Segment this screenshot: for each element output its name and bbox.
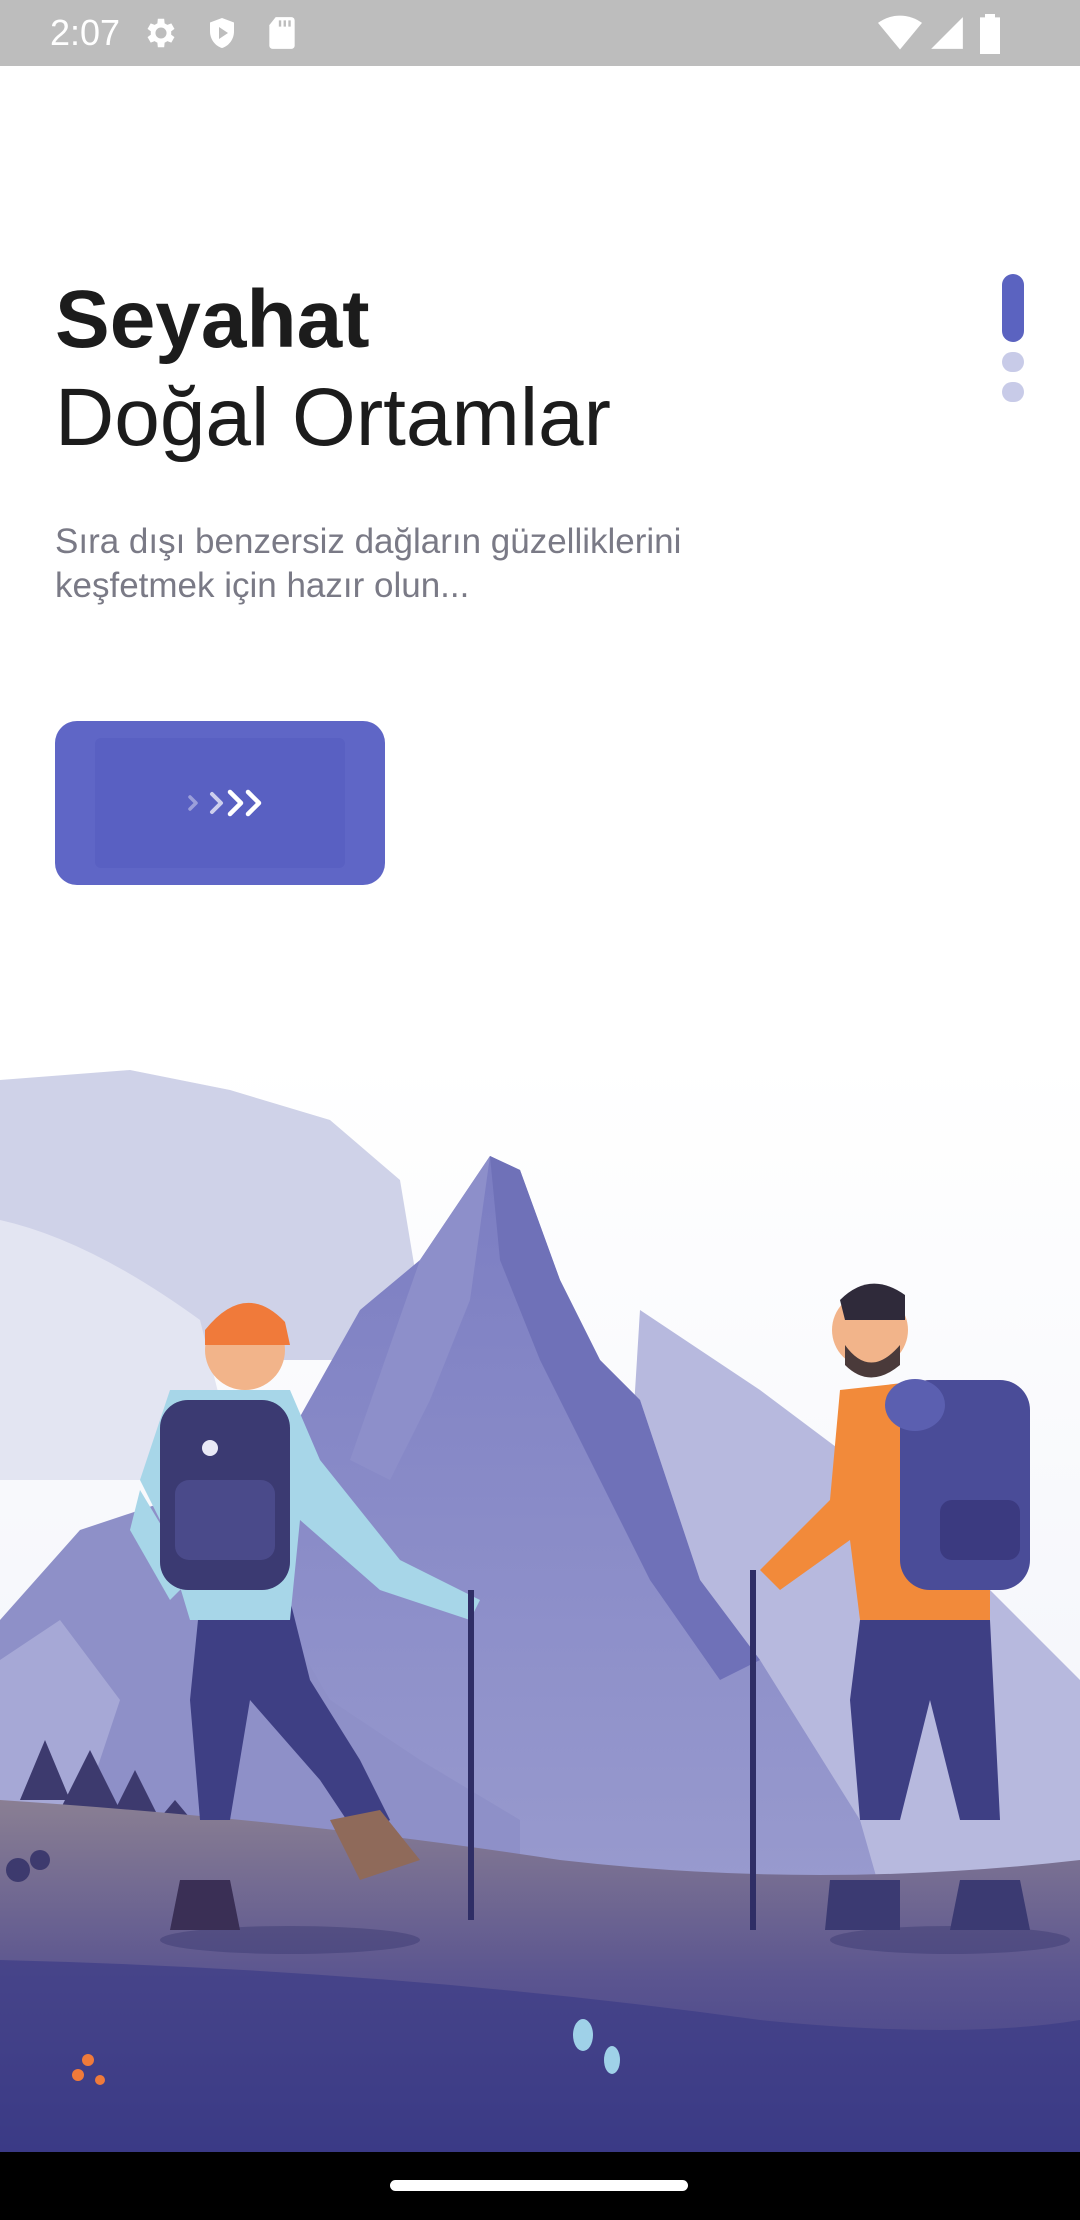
page-indicator-dot <box>1002 352 1024 372</box>
triple-chevron-right-icon <box>188 789 262 817</box>
onboarding-title: Seyahat <box>55 274 370 365</box>
gear-icon <box>147 18 175 48</box>
page-indicator <box>1002 274 1024 412</box>
page-indicator-dot-active <box>1002 274 1024 342</box>
onboarding-description: Sıra dışı benzersiz dağların güzellikler… <box>55 522 682 605</box>
onboarding-subtitle: Doğal Ortamlar <box>55 372 611 463</box>
next-button[interactable] <box>55 721 385 885</box>
hikers-mountain-illustration <box>0 1060 1080 2155</box>
wifi-icon <box>878 15 922 50</box>
battery-icon <box>980 14 1000 54</box>
status-bar: 2:07 <box>0 0 1080 66</box>
page-indicator-dot <box>1002 382 1024 402</box>
sd-card-icon <box>269 17 295 49</box>
next-button-inner <box>95 738 345 868</box>
home-gesture-handle[interactable] <box>390 2180 688 2191</box>
cell-signal-icon <box>931 17 963 49</box>
shield-play-icon <box>210 18 234 48</box>
status-time: 2:07 <box>50 12 121 53</box>
